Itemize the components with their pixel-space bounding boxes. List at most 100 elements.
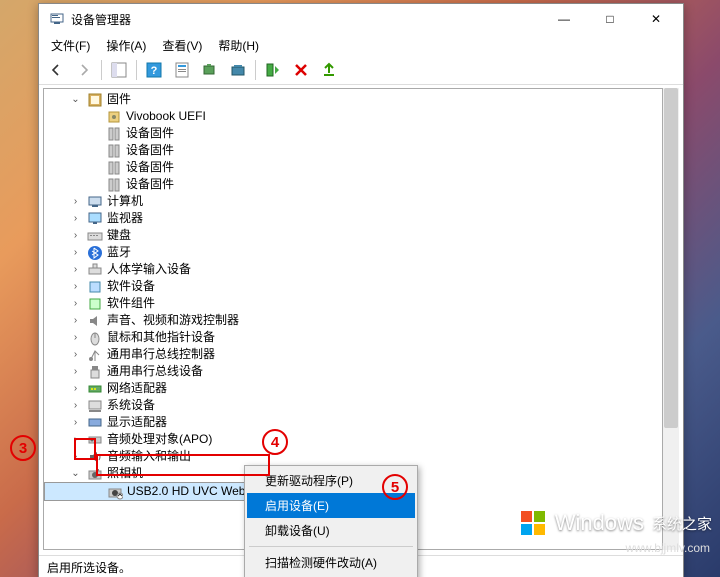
toolbar: ? xyxy=(39,56,683,85)
firmware-chip-icon xyxy=(106,160,122,176)
software-component-icon xyxy=(87,296,103,312)
vertical-scrollbar[interactable] xyxy=(663,88,679,550)
expand-icon[interactable]: › xyxy=(68,415,83,430)
tree-label: 固件 xyxy=(107,91,131,108)
tree-label: 通用串行总线设备 xyxy=(107,363,203,380)
toolbar-separator xyxy=(101,60,102,80)
tree-node[interactable]: › 计算机 xyxy=(44,193,662,210)
tree-node-firmware[interactable]: ⌄ 固件 xyxy=(44,91,662,108)
expand-icon[interactable]: › xyxy=(68,347,83,362)
tree-label: 设备固件 xyxy=(126,159,174,176)
scrollbar-thumb[interactable] xyxy=(664,88,678,428)
expand-icon[interactable]: › xyxy=(68,313,83,328)
scan-hardware-button[interactable] xyxy=(197,57,223,83)
menu-help[interactable]: 帮助(H) xyxy=(210,35,267,56)
expand-icon[interactable]: › xyxy=(68,449,83,464)
back-button[interactable] xyxy=(43,57,69,83)
tree-item-webcam-selected[interactable]: USB2.0 HD UVC WebCam xyxy=(44,482,272,501)
tree-label: 软件组件 xyxy=(107,295,155,312)
toolbar-separator xyxy=(255,60,256,80)
tree-label: 通用串行总线控制器 xyxy=(107,346,215,363)
expand-icon[interactable]: › xyxy=(68,364,83,379)
tree-node[interactable]: ›音频处理对象(APO) xyxy=(44,431,662,448)
firmware-icon xyxy=(87,92,103,108)
network-icon xyxy=(87,381,103,397)
tree-node[interactable]: › 系统设备 xyxy=(44,397,662,414)
tree-node[interactable]: › 通用串行总线控制器 xyxy=(44,346,662,363)
properties-button[interactable] xyxy=(169,57,195,83)
forward-button[interactable] xyxy=(71,57,97,83)
tree-node[interactable]: ›鼠标和其他指针设备 xyxy=(44,329,662,346)
tree-label: 照相机 xyxy=(107,465,143,482)
tree-node[interactable]: › 显示适配器 xyxy=(44,414,662,431)
menu-view[interactable]: 查看(V) xyxy=(154,35,210,56)
usb-device-icon xyxy=(87,364,103,380)
tree-node[interactable]: ›网络适配器 xyxy=(44,380,662,397)
tree-node[interactable]: › 软件组件 xyxy=(44,295,662,312)
ctx-enable-device[interactable]: 启用设备(E) xyxy=(247,493,415,518)
expand-icon[interactable]: › xyxy=(68,194,83,209)
monitor-icon xyxy=(87,211,103,227)
expand-icon[interactable]: › xyxy=(68,432,83,447)
tree-node[interactable]: ›音频输入和输出 xyxy=(44,448,662,465)
show-hide-tree-button[interactable] xyxy=(106,57,132,83)
uninstall-button[interactable] xyxy=(288,57,314,83)
expand-icon[interactable]: › xyxy=(68,381,83,396)
expand-icon[interactable]: › xyxy=(68,398,83,413)
tree-label: 键盘 xyxy=(107,227,131,244)
tree-label: 蓝牙 xyxy=(107,244,131,261)
ctx-uninstall[interactable]: 卸载设备(U) xyxy=(247,518,415,543)
tree-label: 监视器 xyxy=(107,210,143,227)
tree-node[interactable]: › 通用串行总线设备 xyxy=(44,363,662,380)
maximize-button[interactable]: □ xyxy=(587,4,633,34)
expand-icon[interactable]: › xyxy=(68,279,83,294)
status-text: 启用所选设备。 xyxy=(47,559,131,576)
tree-item[interactable]: 设备固件 xyxy=(44,176,662,193)
app-icon xyxy=(49,11,65,27)
window-title: 设备管理器 xyxy=(71,11,541,28)
tree-label: 系统设备 xyxy=(107,397,155,414)
update-driver-button[interactable] xyxy=(225,57,251,83)
tree-node[interactable]: ›软件设备 xyxy=(44,278,662,295)
expand-icon[interactable]: › xyxy=(68,296,83,311)
ctx-scan-hardware[interactable]: 扫描检测硬件改动(A) xyxy=(247,550,415,575)
expand-icon[interactable]: › xyxy=(68,211,83,226)
help-button[interactable]: ? xyxy=(141,57,167,83)
menu-file[interactable]: 文件(F) xyxy=(43,35,98,56)
enable-device-button[interactable] xyxy=(260,57,286,83)
tree-label: 显示适配器 xyxy=(107,414,167,431)
context-menu: 更新驱动程序(P) 启用设备(E) 卸载设备(U) 扫描检测硬件改动(A) 属性… xyxy=(244,465,418,577)
menu-action[interactable]: 操作(A) xyxy=(98,35,154,56)
tree-item[interactable]: 设备固件 xyxy=(44,125,662,142)
expand-icon[interactable]: › xyxy=(68,262,83,277)
tree-item[interactable]: 设备固件 xyxy=(44,159,662,176)
tree-label: 人体学输入设备 xyxy=(107,261,191,278)
keyboard-icon xyxy=(87,228,103,244)
collapse-icon[interactable]: ⌄ xyxy=(68,466,83,481)
tree-node[interactable]: › 人体学输入设备 xyxy=(44,261,662,278)
expand-icon[interactable]: › xyxy=(68,228,83,243)
add-legacy-button[interactable] xyxy=(316,57,342,83)
expand-icon[interactable]: › xyxy=(68,245,83,260)
system-device-icon xyxy=(87,398,103,414)
expand-icon[interactable]: › xyxy=(68,330,83,345)
window-controls: — □ ✕ xyxy=(541,4,679,34)
tree-node[interactable]: › 键盘 xyxy=(44,227,662,244)
tree-node[interactable]: › 监视器 xyxy=(44,210,662,227)
tree-item[interactable]: 设备固件 xyxy=(44,142,662,159)
collapse-icon[interactable]: ⌄ xyxy=(68,92,83,107)
close-button[interactable]: ✕ xyxy=(633,4,679,34)
tree-node[interactable]: ›声音、视频和游戏控制器 xyxy=(44,312,662,329)
menubar: 文件(F) 操作(A) 查看(V) 帮助(H) xyxy=(39,34,683,56)
minimize-button[interactable]: — xyxy=(541,4,587,34)
audio-io-icon xyxy=(87,449,103,465)
firmware-chip-icon xyxy=(106,177,122,193)
tree-node[interactable]: › 蓝牙 xyxy=(44,244,662,261)
mouse-icon xyxy=(87,330,103,346)
ctx-update-driver[interactable]: 更新驱动程序(P) xyxy=(247,468,415,493)
svg-text:?: ? xyxy=(151,65,158,77)
tree-label: 计算机 xyxy=(107,193,143,210)
software-device-icon xyxy=(87,279,103,295)
tree-item[interactable]: Vivobook UEFI xyxy=(44,108,662,125)
firmware-chip-icon xyxy=(106,126,122,142)
